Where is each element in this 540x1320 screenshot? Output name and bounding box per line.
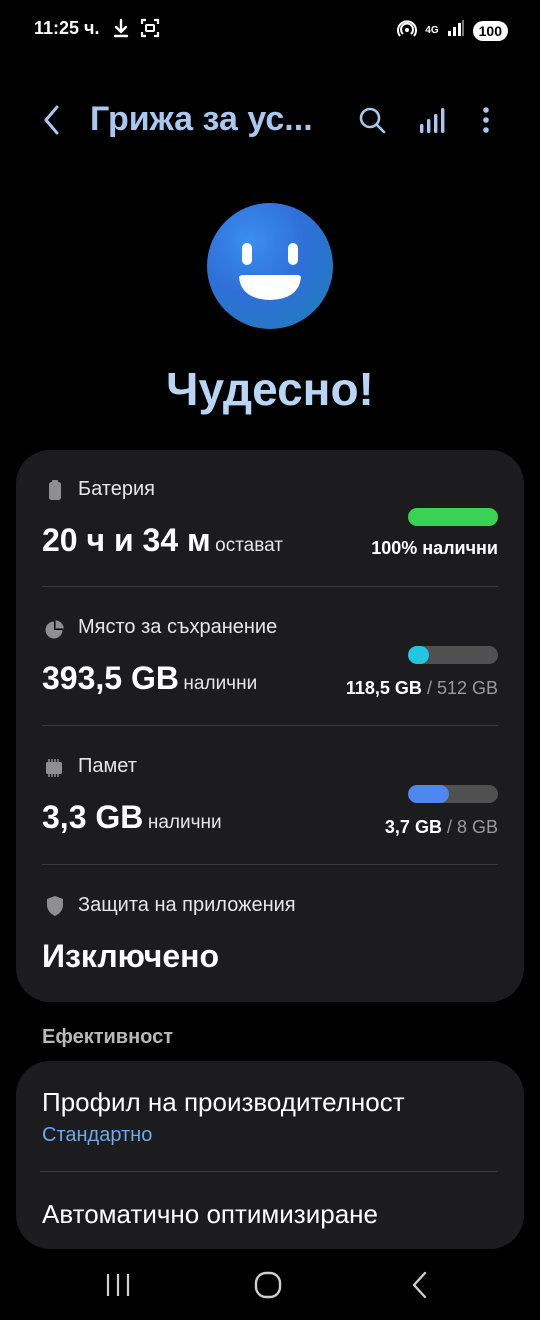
battery-time-value: 20 ч и 34 м (42, 522, 211, 558)
more-options-icon[interactable] (466, 100, 506, 140)
efficiency-section-label: Ефективност (42, 1026, 174, 1048)
screenshot-icon (140, 18, 160, 43)
storage-available-value: 393,5 GB (42, 660, 179, 696)
pie-chart-icon (44, 620, 64, 639)
home-icon[interactable] (238, 1262, 298, 1308)
performance-profile-item[interactable]: Профил на производителност Стандартно (42, 1087, 498, 1177)
storage-level-bar (408, 646, 498, 664)
storage-used: 118,5 GB (345, 678, 422, 698)
hotspot-icon (397, 18, 418, 43)
memory-available-unit: налични (147, 812, 222, 833)
battery-detail: 100% налични (371, 538, 498, 558)
battery-time-unit: остават (215, 535, 283, 556)
battery-indicator: 100 (472, 20, 508, 41)
battery-level-fill (408, 508, 498, 526)
memory-level-bar (408, 785, 498, 803)
performance-profile-title: Профил на производителност (42, 1087, 405, 1117)
storage-label: Място за съхранение (78, 616, 278, 638)
storage-level-fill (408, 646, 429, 664)
memory-level-fill (408, 785, 450, 803)
recents-icon[interactable] (88, 1262, 148, 1308)
battery-label: Батерия (78, 478, 155, 500)
app-protection-label: Защита на приложения (78, 894, 296, 916)
status-right-icons: 4G 100 (397, 18, 508, 43)
happy-face-icon (207, 203, 333, 329)
page-title: Грижа за ус... (90, 100, 313, 138)
memory-used: 3,7 GB (384, 817, 442, 837)
app-protection-section[interactable]: Защита на приложения Изключено (42, 894, 498, 980)
divider (40, 1171, 498, 1172)
divider (42, 725, 498, 726)
network-type-label: 4G (425, 24, 439, 36)
auto-optimization-title: Автоматично оптимизиране (42, 1199, 378, 1229)
stats-icon[interactable] (412, 100, 452, 140)
back-nav-icon[interactable] (390, 1262, 450, 1308)
status-left-icons (112, 18, 160, 43)
app-protection-value: Изключено (42, 938, 219, 974)
download-icon (112, 18, 130, 43)
memory-label: Памет (78, 755, 137, 777)
memory-available-value: 3,3 GB (42, 799, 144, 835)
shield-icon (46, 896, 64, 916)
divider (42, 586, 498, 587)
efficiency-card: Профил на производителност Стандартно Ав… (16, 1061, 524, 1249)
performance-profile-value: Стандартно (42, 1124, 153, 1146)
divider (42, 864, 498, 865)
signal-icon (447, 19, 465, 42)
search-icon[interactable] (352, 100, 392, 140)
back-icon[interactable] (32, 100, 72, 140)
memory-total: / 8 GB (446, 817, 498, 837)
memory-section[interactable]: Памет 3,3 GB налични 3,7 GB / 8 GB (42, 755, 498, 847)
battery-section[interactable]: Батерия 20 ч и 34 м остават 100% налични (42, 478, 498, 570)
memory-chip-icon (44, 759, 62, 777)
storage-total: / 512 GB (426, 678, 498, 698)
status-time: 11:25 ч. (34, 18, 100, 38)
device-status-headline: Чудесно! (166, 363, 374, 415)
battery-icon (46, 480, 64, 500)
storage-section[interactable]: Място за съхранение 393,5 GB налични 118… (42, 616, 498, 708)
storage-available-unit: налични (183, 673, 258, 694)
battery-level-bar (408, 508, 498, 526)
auto-optimization-item[interactable]: Автоматично оптимизиране (42, 1199, 498, 1249)
